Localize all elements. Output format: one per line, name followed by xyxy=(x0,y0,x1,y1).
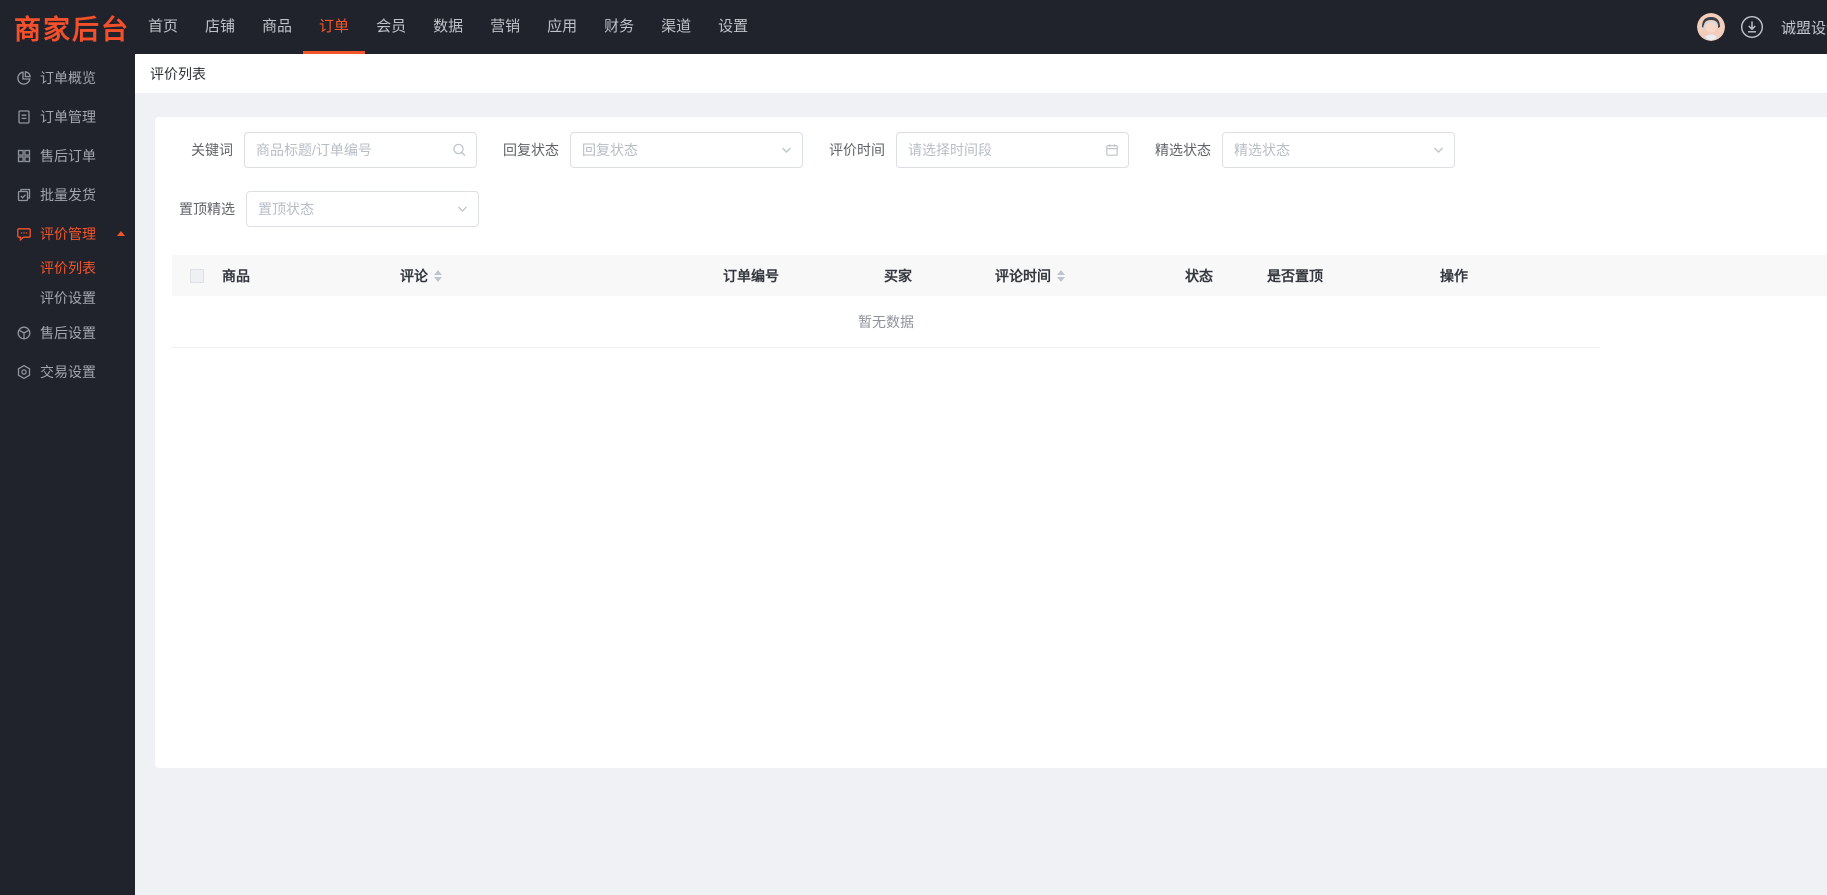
sidebar-item-batch-shipping[interactable]: 批量发货 xyxy=(0,175,135,214)
th-comment-time[interactable]: 评论时间 xyxy=(985,266,1175,286)
app-logo[interactable]: 商家后台 xyxy=(0,8,135,47)
top-navigation: 首页 店铺 商品 订单 会员 数据 营销 应用 财务 渠道 设置 xyxy=(148,0,775,54)
sidebar-item-aftersale-orders[interactable]: 售后订单 xyxy=(0,136,135,175)
grid-icon xyxy=(16,148,32,164)
pie-chart-icon xyxy=(16,70,32,86)
sidebar-item-label: 订单管理 xyxy=(40,108,96,125)
topbar: 商家后台 首页 店铺 商品 订单 会员 数据 营销 应用 财务 渠道 设置 诚盟… xyxy=(0,0,1827,54)
th-status: 状态 xyxy=(1185,267,1213,284)
sidebar-item-order-management[interactable]: 订单管理 xyxy=(0,97,135,136)
hexagon-gear-icon xyxy=(16,364,32,380)
featured-status-select[interactable] xyxy=(1222,132,1455,168)
nav-member[interactable]: 会员 xyxy=(376,0,406,54)
sort-comment-icon[interactable] xyxy=(434,269,442,282)
th-actions: 操作 xyxy=(1440,267,1468,284)
featured-status-label: 精选状态 xyxy=(1155,142,1211,158)
nav-shop[interactable]: 店铺 xyxy=(205,0,235,54)
sidebar: 订单概览 订单管理 售后订单 批量发货 评价管理 评价列表 评价设置 售后设置 … xyxy=(0,54,135,895)
download-icon[interactable] xyxy=(1740,15,1764,39)
chevron-up-icon xyxy=(117,231,125,236)
th-comment[interactable]: 评论 xyxy=(390,266,713,286)
nav-settings[interactable]: 设置 xyxy=(718,0,748,54)
avatar-image xyxy=(1697,13,1725,41)
sidebar-item-label: 交易设置 xyxy=(40,363,96,380)
th-buyer: 买家 xyxy=(884,267,912,284)
review-time-label: 评价时间 xyxy=(829,142,885,158)
main-content: 评价列表 关键词 回复状态 xyxy=(135,54,1827,895)
page-title: 评价列表 xyxy=(150,65,206,82)
sidebar-item-label: 售后设置 xyxy=(40,324,96,341)
sidebar-item-order-overview[interactable]: 订单概览 xyxy=(0,58,135,97)
sidebar-item-label: 订单概览 xyxy=(40,69,96,86)
review-list-card: 关键词 回复状态 xyxy=(155,117,1827,768)
nav-data[interactable]: 数据 xyxy=(433,0,463,54)
nav-channel[interactable]: 渠道 xyxy=(661,0,691,54)
nav-apps[interactable]: 应用 xyxy=(547,0,577,54)
sidebar-item-trade-settings[interactable]: 交易设置 xyxy=(0,352,135,391)
nav-finance[interactable]: 财务 xyxy=(604,0,634,54)
nav-marketing[interactable]: 营销 xyxy=(490,0,520,54)
nav-product[interactable]: 商品 xyxy=(262,0,292,54)
th-product: 商品 xyxy=(222,267,250,284)
keyword-label: 关键词 xyxy=(191,142,233,158)
table-empty-row: 暂无数据 xyxy=(172,296,1600,348)
filter-form: 关键词 回复状态 xyxy=(155,117,1827,227)
nav-home[interactable]: 首页 xyxy=(148,0,178,54)
sidebar-item-label: 售后订单 xyxy=(40,147,96,164)
topbar-account-area: 诚盟设计 xyxy=(1697,0,1827,54)
avatar[interactable] xyxy=(1697,13,1725,41)
sort-comment-time-icon[interactable] xyxy=(1057,269,1065,282)
sidebar-subitem-review-settings[interactable]: 评价设置 xyxy=(0,283,135,313)
reply-status-label: 回复状态 xyxy=(503,142,559,158)
nav-order[interactable]: 订单 xyxy=(303,0,366,54)
select-all-checkbox[interactable] xyxy=(190,268,204,283)
pinned-featured-label: 置顶精选 xyxy=(179,201,235,217)
batch-check-icon xyxy=(16,187,32,203)
table-header-row: 商品 评论 订单编号 买家 评论时间 状态 是否置顶 操作 xyxy=(172,255,1827,296)
empty-state-text: 暂无数据 xyxy=(858,313,914,330)
th-is-pinned: 是否置顶 xyxy=(1267,267,1323,284)
account-name[interactable]: 诚盟设计 xyxy=(1781,17,1827,38)
chat-bubble-icon xyxy=(16,226,32,242)
review-table: 商品 评论 订单编号 买家 评论时间 状态 是否置顶 操作 暂无数据 xyxy=(172,255,1827,348)
reply-status-select[interactable] xyxy=(570,132,803,168)
sidebar-item-label: 批量发货 xyxy=(40,186,96,203)
pinned-featured-select[interactable] xyxy=(246,191,479,227)
review-time-range-picker[interactable] xyxy=(896,132,1129,168)
sidebar-subitem-review-list[interactable]: 评价列表 xyxy=(0,253,135,283)
sidebar-item-aftersale-settings[interactable]: 售后设置 xyxy=(0,313,135,352)
keyword-input[interactable] xyxy=(244,132,477,168)
page-header: 评价列表 xyxy=(135,54,1827,93)
document-icon xyxy=(16,109,32,125)
sidebar-item-review-management[interactable]: 评价管理 xyxy=(0,214,135,253)
wheel-icon xyxy=(16,325,32,341)
sidebar-item-label: 评价管理 xyxy=(40,225,96,242)
th-order-number: 订单编号 xyxy=(723,267,779,284)
